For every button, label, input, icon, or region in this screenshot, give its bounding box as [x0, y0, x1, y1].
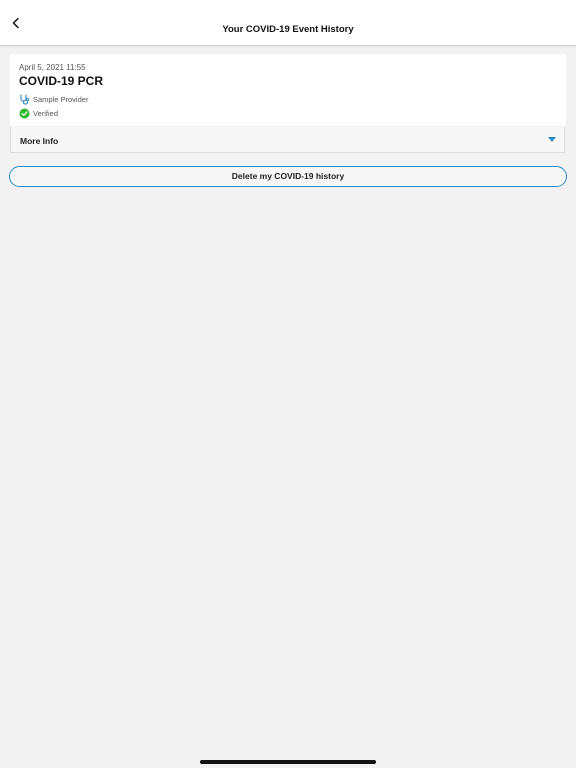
page-title: Your COVID-19 Event History: [222, 24, 354, 35]
caret-down-icon: [548, 137, 556, 142]
navigation-bar: Your COVID-19 Event History: [0, 0, 576, 46]
screen: Your COVID-19 Event History April 5, 202…: [0, 0, 576, 768]
chevron-left-icon: [12, 17, 19, 29]
provider-name: Sample Provider: [33, 94, 89, 104]
event-name: COVID-19 PCR: [19, 74, 104, 88]
back-button[interactable]: [6, 13, 26, 33]
status-label: Verified: [33, 108, 59, 118]
delete-history-button[interactable]: Delete my COVID-19 history: [9, 166, 567, 187]
event-date: April 5, 2021 11:55: [19, 63, 86, 72]
stethoscope-icon: [18, 93, 30, 105]
check-circle-icon: [18, 107, 30, 119]
home-indicator: [200, 760, 376, 764]
event-card: April 5, 2021 11:55 COVID-19 PCR Sample …: [10, 54, 566, 126]
more-info-label: More Info: [20, 136, 59, 146]
more-info-toggle[interactable]: More Info: [10, 127, 565, 153]
provider-row: Sample Provider: [18, 93, 88, 105]
verified-row: Verified: [18, 107, 58, 119]
